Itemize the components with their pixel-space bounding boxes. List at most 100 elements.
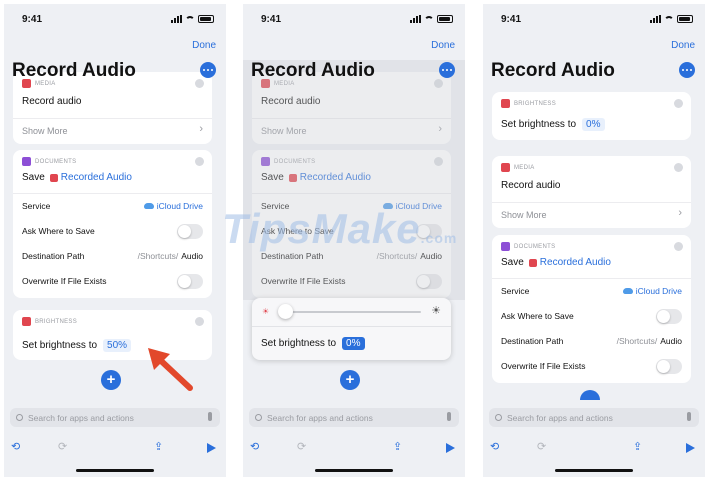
- media-action-card[interactable]: MEDIA Record audio Show More ›: [492, 156, 691, 228]
- status-bar: 9:41: [483, 14, 705, 28]
- brightness-category: BRIGHTNESS: [22, 317, 77, 326]
- media-token-icon: [528, 258, 537, 267]
- documents-category: DOCUMENTS: [501, 242, 555, 251]
- done-button[interactable]: Done: [671, 40, 695, 51]
- brightness-icon: [501, 99, 510, 108]
- search-placeholder: Search for apps and actions: [28, 412, 134, 423]
- close-icon[interactable]: [195, 79, 204, 88]
- service-value[interactable]: iCloud Drive: [622, 286, 682, 296]
- record-audio-label: Record audio: [22, 96, 82, 107]
- shortcut-title[interactable]: Record Audio: [491, 60, 615, 82]
- add-action-button[interactable]: +: [101, 370, 121, 390]
- status-time: 9:41: [501, 14, 522, 25]
- documents-icon: [501, 242, 510, 251]
- signal-icon: [650, 15, 661, 23]
- media-category: MEDIA: [501, 163, 535, 172]
- microphone-icon[interactable]: [447, 412, 451, 421]
- destination-value[interactable]: /Shortcuts/Audio: [138, 251, 203, 261]
- add-action-button[interactable]: +: [340, 370, 360, 390]
- microphone-icon[interactable]: [687, 412, 691, 421]
- destination-value[interactable]: /Shortcuts/Audio: [617, 336, 682, 346]
- shortcut-title[interactable]: Record Audio: [12, 60, 136, 82]
- signal-icon: [410, 15, 421, 23]
- more-options-icon[interactable]: [679, 62, 695, 78]
- search-bar[interactable]: Search for apps and actions: [10, 408, 220, 427]
- redo-icon[interactable]: ⟳: [58, 440, 67, 453]
- divider: [13, 118, 212, 119]
- wifi-icon: [424, 15, 434, 23]
- battery-icon: [437, 15, 453, 23]
- dimmed-background: [243, 60, 465, 300]
- brightness-value[interactable]: 0%: [582, 118, 605, 131]
- redo-icon[interactable]: ⟳: [297, 440, 306, 453]
- close-icon[interactable]: [195, 157, 204, 166]
- microphone-icon[interactable]: [208, 412, 212, 421]
- divider: [492, 278, 691, 279]
- sun-large-icon: ☀: [431, 305, 441, 317]
- media-token-icon: [49, 173, 58, 182]
- chevron-right-icon[interactable]: ›: [199, 123, 203, 135]
- close-icon[interactable]: [674, 163, 683, 172]
- media-action-card[interactable]: MEDIA Record audio Show More ›: [13, 72, 212, 144]
- screenshot-frame: 9:41 Done Record Audio MEDIA Record audi…: [0, 0, 708, 481]
- undo-icon[interactable]: ⟲: [11, 440, 20, 453]
- done-button[interactable]: Done: [192, 40, 216, 51]
- status-icons: [650, 15, 693, 23]
- brightness-slider-knob[interactable]: [278, 304, 293, 319]
- bottom-toolbar: ⟲ ⟳ ⇪: [483, 440, 705, 456]
- media-icon: [501, 163, 510, 172]
- shortcut-title[interactable]: Record Audio: [251, 60, 375, 82]
- status-icons: [410, 15, 453, 23]
- overwrite-toggle[interactable]: [656, 359, 682, 374]
- play-icon[interactable]: [207, 443, 216, 453]
- documents-icon: [22, 157, 31, 166]
- recorded-audio-token[interactable]: Recorded Audio: [528, 257, 611, 268]
- ask-where-toggle[interactable]: [177, 224, 203, 239]
- search-placeholder: Search for apps and actions: [507, 412, 613, 423]
- undo-icon[interactable]: ⟲: [250, 440, 259, 453]
- cloud-icon: [622, 288, 633, 294]
- play-icon[interactable]: [686, 443, 695, 453]
- share-icon[interactable]: ⇪: [633, 440, 642, 453]
- done-button[interactable]: Done: [431, 40, 455, 51]
- tipsmake-watermark: TipsMake.com: [222, 205, 458, 252]
- service-value[interactable]: iCloud Drive: [143, 201, 203, 211]
- brightness-icon: [22, 317, 31, 326]
- more-options-icon[interactable]: [200, 62, 216, 78]
- add-action-button[interactable]: [580, 390, 600, 400]
- redo-icon[interactable]: ⟳: [537, 440, 546, 453]
- status-time: 9:41: [22, 14, 43, 25]
- sun-small-icon: ☀: [262, 307, 270, 316]
- divider: [252, 326, 451, 327]
- more-options-icon[interactable]: [439, 62, 455, 78]
- close-icon[interactable]: [195, 317, 204, 326]
- status-bar: 9:41: [243, 14, 465, 28]
- documents-action-card[interactable]: DOCUMENTS Save Recorded Audio Service iCl…: [13, 150, 212, 298]
- overwrite-toggle[interactable]: [177, 274, 203, 289]
- close-icon[interactable]: [674, 242, 683, 251]
- record-audio-label: Record audio: [501, 180, 561, 191]
- brightness-slider-track[interactable]: [282, 311, 421, 313]
- play-icon[interactable]: [446, 443, 455, 453]
- brightness-value[interactable]: 0%: [342, 337, 365, 350]
- brightness-value[interactable]: 50%: [103, 339, 132, 352]
- overwrite-label: Overwrite If File Exists: [501, 361, 586, 371]
- search-placeholder: Search for apps and actions: [267, 412, 373, 423]
- search-bar[interactable]: Search for apps and actions: [249, 408, 459, 427]
- brightness-action-card[interactable]: BRIGHTNESS Set brightness to 0%: [492, 92, 691, 140]
- show-more-link[interactable]: Show More: [501, 210, 682, 220]
- ask-where-toggle[interactable]: [656, 309, 682, 324]
- close-icon[interactable]: [674, 99, 683, 108]
- share-icon[interactable]: ⇪: [393, 440, 402, 453]
- set-brightness-row: Set brightness to 0%: [501, 118, 682, 131]
- share-icon[interactable]: ⇪: [154, 440, 163, 453]
- search-bar[interactable]: Search for apps and actions: [489, 408, 699, 427]
- show-more-link[interactable]: Show More: [22, 126, 203, 136]
- cloud-icon: [143, 203, 154, 209]
- documents-action-card[interactable]: DOCUMENTS Save Recorded Audio Service iCl…: [492, 235, 691, 383]
- recorded-audio-token[interactable]: Recorded Audio: [49, 172, 132, 183]
- brightness-slider-card[interactable]: ☀ ☀ Set brightness to 0%: [252, 298, 451, 360]
- undo-icon[interactable]: ⟲: [490, 440, 499, 453]
- chevron-right-icon[interactable]: ›: [678, 207, 682, 219]
- battery-icon: [198, 15, 214, 23]
